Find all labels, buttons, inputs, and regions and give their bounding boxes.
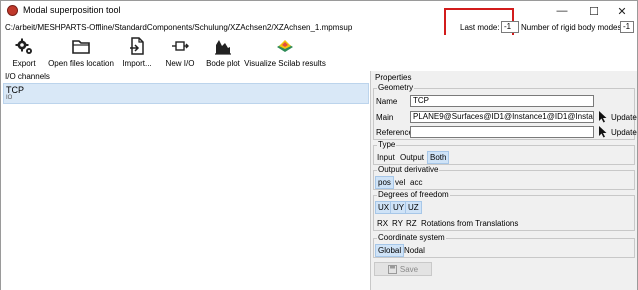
geometry-title: Geometry [377,83,415,92]
coordinate-system-group: Coordinate system Global Nodal [373,233,635,258]
surface-plot-icon [277,40,293,52]
bode-plot-button[interactable]: Bode plot [204,35,242,71]
main-label: Main [376,113,394,122]
floppy-disk-icon [387,264,397,274]
rigid-body-modes-input[interactable]: -1 [620,21,634,33]
toolbar: Export Open files location Import... New… [1,35,637,71]
visualize-scilab-label: Visualize Scilab results [244,59,326,68]
new-io-icon [172,41,189,51]
save-label: Save [399,264,419,274]
dof-rz-option[interactable]: RZ [404,217,419,230]
rigid-body-modes-label: Number of rigid body modes: [521,23,624,32]
output-derivative-title: Output derivative [377,165,440,174]
save-button[interactable]: Save [374,262,432,276]
pick-cursor-icon[interactable] [598,126,608,138]
title-bar: Modal superposition tool — ☐ ✕ [1,1,637,21]
reference-update-button[interactable]: Update [611,128,637,137]
app-window: Modal superposition tool — ☐ ✕ C:/arbeit… [0,0,638,290]
new-io-label: New I/O [165,59,195,68]
name-field[interactable]: TCP [410,95,594,107]
window-title: Modal superposition tool [23,5,121,15]
derivative-vel-option[interactable]: vel [393,176,407,189]
open-files-location-button[interactable]: Open files location [47,35,115,71]
type-both-option[interactable]: Both [427,151,450,164]
import-document-icon [130,37,144,55]
main-field[interactable]: PLANE9@Surfaces@ID1@Instance1@ID1@Instan… [410,111,594,123]
dof-rx-option[interactable]: RX [375,217,390,230]
properties-title: Properties [375,73,412,82]
export-label: Export [12,59,36,68]
rotations-from-translations-option[interactable]: Rotations from Translations [419,217,520,230]
geometry-group: Geometry Name TCP Main PLANE9@Surfaces@I… [373,83,637,140]
close-button[interactable]: ✕ [607,1,637,21]
dof-group: Degrees of freedom UX UY UZ RX RY RZ Rot… [373,190,635,231]
type-output-option[interactable]: Output [398,151,426,164]
type-title: Type [377,140,397,149]
gears-icon [15,38,32,54]
coord-nodal-option[interactable]: Nodal [402,244,427,257]
new-io-button[interactable]: New I/O [164,35,196,71]
bode-plot-label: Bode plot [206,59,240,68]
derivative-pos-option[interactable]: pos [375,176,394,189]
folder-icon [72,40,90,54]
bar-chart-icon [215,40,231,55]
dof-title: Degrees of freedom [377,190,450,199]
last-mode-label: Last mode: [460,23,500,32]
import-button[interactable]: Import... [120,35,154,71]
io-channel-name: TCP [6,85,24,95]
app-logo-icon [7,5,18,16]
dof-uz-option[interactable]: UZ [405,201,422,214]
io-channel-type: IO [6,95,13,101]
maximize-button[interactable]: ☐ [579,1,609,21]
coord-global-option[interactable]: Global [375,244,405,257]
reference-label: Reference [376,128,413,137]
pick-cursor-icon[interactable] [598,111,608,123]
list-item[interactable]: TCP IO [3,83,369,104]
output-derivative-group: Output derivative pos vel acc [373,165,635,190]
dof-ry-option[interactable]: RY [390,217,405,230]
export-button[interactable]: Export [9,35,39,71]
name-label: Name [376,97,398,106]
type-group: Type Input Output Both [373,140,635,165]
open-files-location-label: Open files location [48,59,114,68]
import-label: Import... [122,59,152,68]
properties-panel: Properties Geometry Name TCP Main PLANE9… [371,71,637,290]
io-channels-panel: I/O channels TCP IO [1,71,371,290]
file-path: C:/arbeit/MESHPARTS-Offline/StandardComp… [5,23,353,32]
type-input-option[interactable]: Input [375,151,397,164]
visualize-scilab-button[interactable]: Visualize Scilab results [244,35,326,71]
last-mode-input[interactable]: -1 [501,21,519,33]
minimize-button[interactable]: — [547,1,577,21]
main-update-button[interactable]: Update [611,113,637,122]
reference-field[interactable] [410,126,594,138]
coordinate-system-title: Coordinate system [377,233,446,242]
io-channels-title: I/O channels [5,72,50,81]
derivative-acc-option[interactable]: acc [408,176,424,189]
